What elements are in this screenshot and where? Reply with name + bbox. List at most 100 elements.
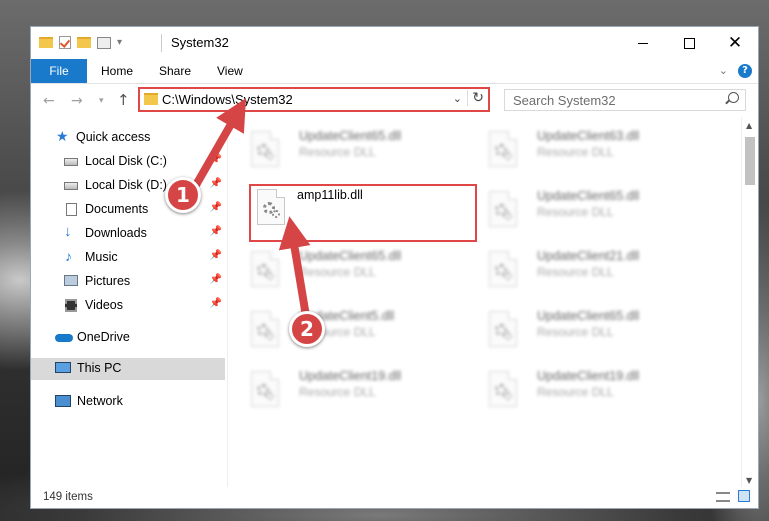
sidebar-item-music[interactable]: ♪ Music 📌 (31, 247, 225, 269)
back-arrow-icon[interactable]: ← (43, 93, 55, 109)
details-view-icon[interactable] (716, 492, 730, 502)
sidebar-item-local-disk-c[interactable]: Local Disk (C:) 📌 (31, 151, 225, 173)
file-type: Resource DLL (299, 145, 376, 159)
pin-icon[interactable]: 📌 (210, 154, 222, 165)
pin-icon[interactable]: 📌 (210, 202, 222, 213)
address-path[interactable]: C:\Windows\System32 (162, 92, 293, 107)
large-icons-view-icon[interactable] (738, 490, 750, 502)
expand-ribbon-chevron-icon[interactable]: ⌄ (719, 64, 728, 77)
vertical-scrollbar[interactable]: ▲ ▼ (741, 117, 758, 489)
tab-file[interactable]: File (31, 59, 87, 83)
pin-icon[interactable]: 📌 (210, 250, 222, 261)
quick-access-toolbar: ▾ (39, 36, 122, 49)
up-arrow-icon[interactable]: ↑ (117, 91, 130, 109)
dll-file-icon (489, 131, 517, 167)
minimize-button[interactable] (620, 27, 666, 59)
sidebar-item-label: OneDrive (77, 330, 130, 344)
address-bar[interactable]: C:\Windows\System32 ⌄ ↻ (138, 87, 490, 112)
tab-view[interactable]: View (205, 59, 255, 83)
tab-home[interactable]: Home (89, 59, 145, 83)
sidebar-item-label: Network (77, 394, 123, 408)
sidebar-item-label: Quick access (76, 130, 151, 144)
file-item[interactable]: UpdateClient65.dll Resource DLL (231, 121, 453, 173)
search-icon[interactable] (728, 92, 739, 103)
sidebar-item-onedrive[interactable]: OneDrive (31, 327, 225, 349)
folder-icon[interactable] (39, 37, 53, 48)
onedrive-icon (55, 334, 73, 342)
file-name: UpdateClient63.dll (537, 129, 640, 143)
file-item[interactable]: UpdateClient19.dll Resource DLL (469, 361, 691, 413)
downloads-icon: ↓ (64, 223, 72, 240)
maximize-button[interactable] (666, 27, 712, 59)
file-name: UpdateClient65.dll (537, 309, 640, 323)
sidebar-item-this-pc[interactable]: This PC (31, 358, 225, 380)
dll-file-icon (251, 311, 279, 347)
scroll-down-arrow-icon[interactable]: ▼ (746, 476, 752, 485)
pin-icon[interactable]: 📌 (210, 178, 222, 189)
file-item-amp11lib[interactable]: amp11lib.dll (249, 184, 477, 242)
close-icon: ✕ (727, 32, 743, 53)
file-item[interactable]: UpdateClient63.dll Resource DLL (469, 121, 691, 173)
forward-arrow-icon[interactable]: → (71, 93, 83, 109)
file-item[interactable]: UpdateClient65.dll Resource DLL (231, 241, 453, 293)
sidebar-item-label: Music (85, 250, 118, 264)
file-name: UpdateClient19.dll (299, 369, 402, 383)
sidebar-item-quick-access[interactable]: ★ Quick access (31, 127, 225, 149)
scroll-up-arrow-icon[interactable]: ▲ (746, 121, 752, 130)
dll-file-icon (489, 251, 517, 287)
address-dropdown-chevron-icon[interactable]: ⌄ (453, 92, 462, 105)
sidebar-item-videos[interactable]: Videos 📌 (31, 295, 225, 317)
navigation-bar: ← → ▾ ↑ C:\Windows\System32 ⌄ ↻ Search S… (31, 84, 758, 117)
file-name: amp11lib.dll (297, 188, 363, 202)
dll-file-icon (257, 189, 285, 225)
file-name: UpdateClient65.dll (537, 189, 640, 203)
dll-file-icon (251, 371, 279, 407)
file-type: Resource DLL (537, 325, 614, 339)
music-icon: ♪ (65, 248, 72, 264)
dll-file-icon (489, 311, 517, 347)
search-input[interactable]: Search System32 (513, 93, 616, 108)
refresh-icon[interactable]: ↻ (467, 90, 484, 106)
folder-icon (144, 93, 158, 105)
file-item[interactable]: UpdateClient19.dll Resource DLL (231, 361, 453, 413)
documents-icon (66, 203, 77, 216)
properties-icon[interactable] (97, 36, 111, 49)
pictures-icon (64, 275, 78, 286)
tab-share[interactable]: Share (147, 59, 203, 83)
file-type: Resource DLL (537, 205, 614, 219)
file-type: Resource DLL (537, 385, 614, 399)
dll-file-icon (489, 371, 517, 407)
ribbon-tabs: File Home Share View ⌄ ? (31, 59, 758, 84)
sidebar-item-label: Local Disk (D:) (85, 178, 167, 192)
file-type: Resource DLL (537, 145, 614, 159)
pin-icon[interactable]: 📌 (210, 226, 222, 237)
star-icon: ★ (56, 128, 69, 144)
sidebar-item-pictures[interactable]: Pictures 📌 (31, 271, 225, 293)
file-name: UpdateClient65.dll (299, 129, 402, 143)
sidebar-item-label: Local Disk (C:) (85, 154, 167, 168)
search-box[interactable]: Search System32 (504, 89, 746, 111)
sidebar-item-network[interactable]: Network (31, 391, 225, 413)
network-icon (55, 395, 71, 407)
sidebar-item-downloads[interactable]: ↓ Downloads 📌 (31, 223, 225, 245)
file-item[interactable]: UpdateClient65.dll Resource DLL (469, 181, 691, 233)
file-item[interactable]: UpdateClient21.dll Resource DLL (469, 241, 691, 293)
dll-file-icon (251, 251, 279, 287)
recent-locations-chevron-icon[interactable]: ▾ (99, 96, 104, 106)
videos-icon (65, 299, 77, 312)
sidebar-item-label: This PC (77, 361, 122, 375)
file-item[interactable]: UpdateClient65.dll Resource DLL (469, 301, 691, 353)
pin-icon[interactable]: 📌 (210, 298, 222, 309)
customize-toolbar-chevron-icon[interactable]: ▾ (117, 37, 122, 48)
pin-icon[interactable]: 📌 (210, 274, 222, 285)
file-item[interactable]: UpdateClient5.dll Resource DLL (231, 301, 453, 353)
file-name: UpdateClient19.dll (537, 369, 640, 383)
new-folder-icon[interactable] (77, 37, 91, 48)
help-icon[interactable]: ? (738, 64, 752, 78)
scrollbar-thumb[interactable] (745, 137, 755, 185)
properties-check-icon[interactable] (59, 36, 71, 49)
sidebar-item-label: Videos (85, 298, 123, 312)
file-name: UpdateClient65.dll (299, 249, 402, 263)
file-type: Resource DLL (537, 265, 614, 279)
close-button[interactable]: ✕ (712, 27, 758, 59)
